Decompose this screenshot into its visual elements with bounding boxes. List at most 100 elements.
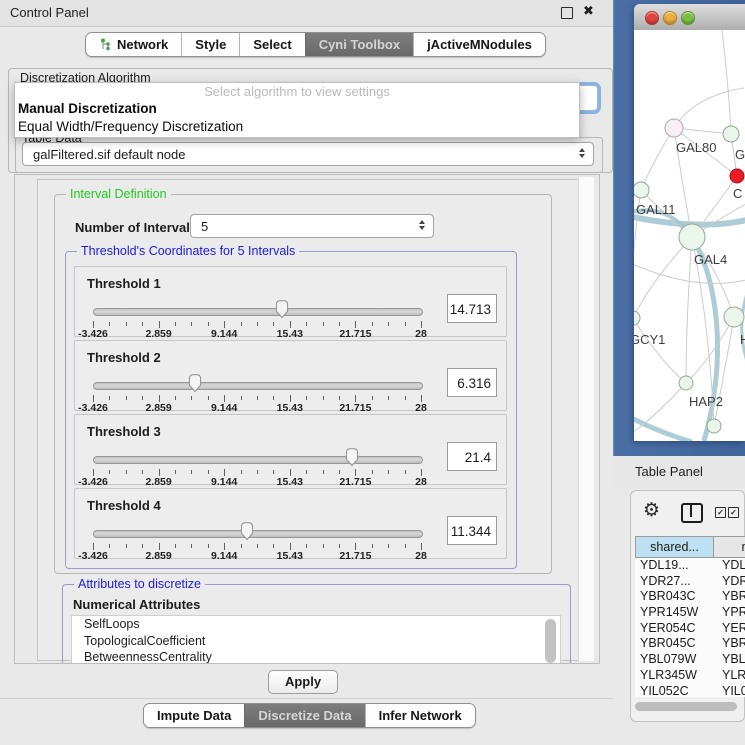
slider-thumb[interactable] xyxy=(238,521,256,546)
table-row[interactable]: YIL052CYIL0 xyxy=(635,684,745,698)
slider-tick xyxy=(159,395,160,402)
attributes-list-scrollbar[interactable] xyxy=(545,619,556,663)
split-columns-icon[interactable] xyxy=(681,503,703,523)
tab-cyni-toolbox[interactable]: Cyni Toolbox xyxy=(305,33,413,56)
settings-scrollbar-track[interactable] xyxy=(578,177,594,661)
control-panel: Control Panel ✖ NetworkStyleSelectCyni T… xyxy=(0,0,613,745)
node-H[interactable] xyxy=(724,307,744,327)
threshold-slider[interactable]: -3.4262.8599.14415.4321.71528 xyxy=(93,526,421,558)
threshold-value-field[interactable]: 14.713 xyxy=(447,294,497,323)
table-row[interactable]: YBL079WYBL0 xyxy=(635,652,745,668)
slider-thumb[interactable] xyxy=(186,373,204,398)
tab-style[interactable]: Style xyxy=(181,33,239,56)
table-row[interactable]: YPR145WYPR1 xyxy=(635,605,745,621)
algorithm-option-manual[interactable]: Manual Discretization xyxy=(15,100,579,118)
table-cell: YPR1 xyxy=(714,605,745,621)
attribute-list-item[interactable]: TopologicalCoefficient xyxy=(72,633,560,650)
slider-tick xyxy=(126,396,127,400)
combobox-stepper-icon xyxy=(419,220,425,230)
slider-track[interactable] xyxy=(93,308,423,316)
checkbox-icon[interactable]: ✓ xyxy=(715,507,726,518)
gear-icon[interactable]: ⚙ xyxy=(643,499,660,521)
slider-tick-label: 9.144 xyxy=(192,328,256,340)
algorithm-popup-hint: Select algorithm to view settings xyxy=(15,83,579,100)
node-GCY1[interactable] xyxy=(634,311,640,325)
slider-track[interactable] xyxy=(93,382,423,390)
slider-tick xyxy=(142,396,143,400)
slider-tick xyxy=(355,321,356,328)
table-row[interactable]: YLR345WYLR3 xyxy=(635,668,745,684)
float-window-icon[interactable] xyxy=(561,7,573,19)
threshold-value-field[interactable]: 21.4 xyxy=(447,442,497,471)
slider-tick-label: 28 xyxy=(389,402,453,414)
numerical-attributes-list[interactable]: SelfLoopsTopologicalCoefficientBetweenne… xyxy=(71,615,561,664)
thresholds-group-label: Threshold's Coordinates for 5 Intervals xyxy=(77,244,299,258)
node-GA[interactable] xyxy=(723,126,739,142)
slider-tick xyxy=(191,544,192,548)
slider-track[interactable] xyxy=(93,530,423,538)
algorithm-option-equal-width[interactable]: Equal Width/Frequency Discretization xyxy=(15,118,579,136)
slider-track[interactable] xyxy=(93,456,423,464)
slider-thumb[interactable] xyxy=(343,447,361,472)
slider-tick xyxy=(372,322,373,326)
number-of-intervals-combobox[interactable]: 5 xyxy=(190,214,434,238)
tab-network[interactable]: Network xyxy=(86,33,181,56)
slider-thumb[interactable] xyxy=(273,299,291,324)
node-HAP2[interactable] xyxy=(679,376,693,390)
slider-tick xyxy=(355,395,356,402)
table-row[interactable]: YER054CYER0 xyxy=(635,621,745,637)
node-C[interactable] xyxy=(730,169,744,183)
slider-tick xyxy=(290,469,291,476)
attributes-group: Attributes to discretize Numerical Attri… xyxy=(62,584,571,664)
checkbox-icon[interactable]: ✓ xyxy=(728,507,739,518)
threshold-label: Threshold 3 xyxy=(87,424,161,439)
tab-discretize-data[interactable]: Discretize Data xyxy=(244,704,364,727)
table-hscrollbar-track[interactable] xyxy=(635,701,741,713)
table-data-combobox[interactable]: galFiltered.sif default node xyxy=(22,142,594,166)
node[interactable] xyxy=(707,419,721,433)
network-window-titlebar[interactable] xyxy=(634,4,745,31)
tab-impute-data[interactable]: Impute Data xyxy=(144,704,244,727)
threshold-slider[interactable]: -3.4262.8599.14415.4321.71528 xyxy=(93,452,421,484)
slider-tick xyxy=(372,470,373,474)
column-header-2[interactable]: na xyxy=(714,537,745,557)
tab-infer-network[interactable]: Infer Network xyxy=(365,704,475,727)
node-GAL4[interactable] xyxy=(679,224,705,250)
table-row[interactable]: YBR043CYBR0 xyxy=(635,589,745,605)
node-GAL80[interactable] xyxy=(665,119,683,137)
table-row[interactable]: YDL19...YDL1 xyxy=(635,558,745,574)
combobox-stepper-icon xyxy=(579,148,585,158)
slider-tick xyxy=(290,395,291,402)
attribute-list-item[interactable]: BetweennessCentrality xyxy=(72,649,560,664)
slider-tick xyxy=(421,469,422,476)
column-header-1[interactable]: shared... xyxy=(636,537,714,557)
table-row[interactable]: YBR045CYBR0 xyxy=(635,636,745,652)
threshold-value-field[interactable]: 11.344 xyxy=(447,516,497,545)
tab-jactivemnodules[interactable]: jActiveMNodules xyxy=(413,33,545,56)
table-hscrollbar-thumb[interactable] xyxy=(635,702,737,711)
control-panel-title: Control Panel xyxy=(10,5,89,20)
slider-tick xyxy=(339,544,340,548)
table-row[interactable]: YDR27...YDR2 xyxy=(635,574,745,590)
network-canvas[interactable]: GAL80GACGAL11GAL4GCY1HHAP2 xyxy=(634,30,745,441)
threshold-slider[interactable]: -3.4262.8599.14415.4321.71528 xyxy=(93,304,421,336)
close-icon[interactable]: ✖ xyxy=(583,4,594,19)
slider-tick xyxy=(355,543,356,550)
tab-select[interactable]: Select xyxy=(239,33,304,56)
slider-tick xyxy=(405,396,406,400)
slider-tick xyxy=(126,544,127,548)
threshold-value-field[interactable]: 6.316 xyxy=(447,368,497,397)
slider-tick xyxy=(273,470,274,474)
threshold-slider[interactable]: -3.4262.8599.14415.4321.71528 xyxy=(93,378,421,410)
table-data-combobox-value: galFiltered.sif default node xyxy=(33,147,185,162)
apply-button[interactable]: Apply xyxy=(268,670,338,694)
slider-tick xyxy=(208,544,209,548)
minimize-traffic-light-icon[interactable] xyxy=(663,11,677,25)
zoom-traffic-light-icon[interactable] xyxy=(681,11,695,25)
node-GAL11[interactable] xyxy=(634,182,649,198)
threshold-panel-2: Threshold 2-3.4262.8599.14415.4321.71528… xyxy=(74,340,507,411)
attribute-list-item[interactable]: SelfLoops xyxy=(72,616,560,633)
close-traffic-light-icon[interactable] xyxy=(645,11,659,25)
slider-tick-label: -3.426 xyxy=(61,402,125,414)
slider-tick-label: 21.715 xyxy=(323,402,387,414)
